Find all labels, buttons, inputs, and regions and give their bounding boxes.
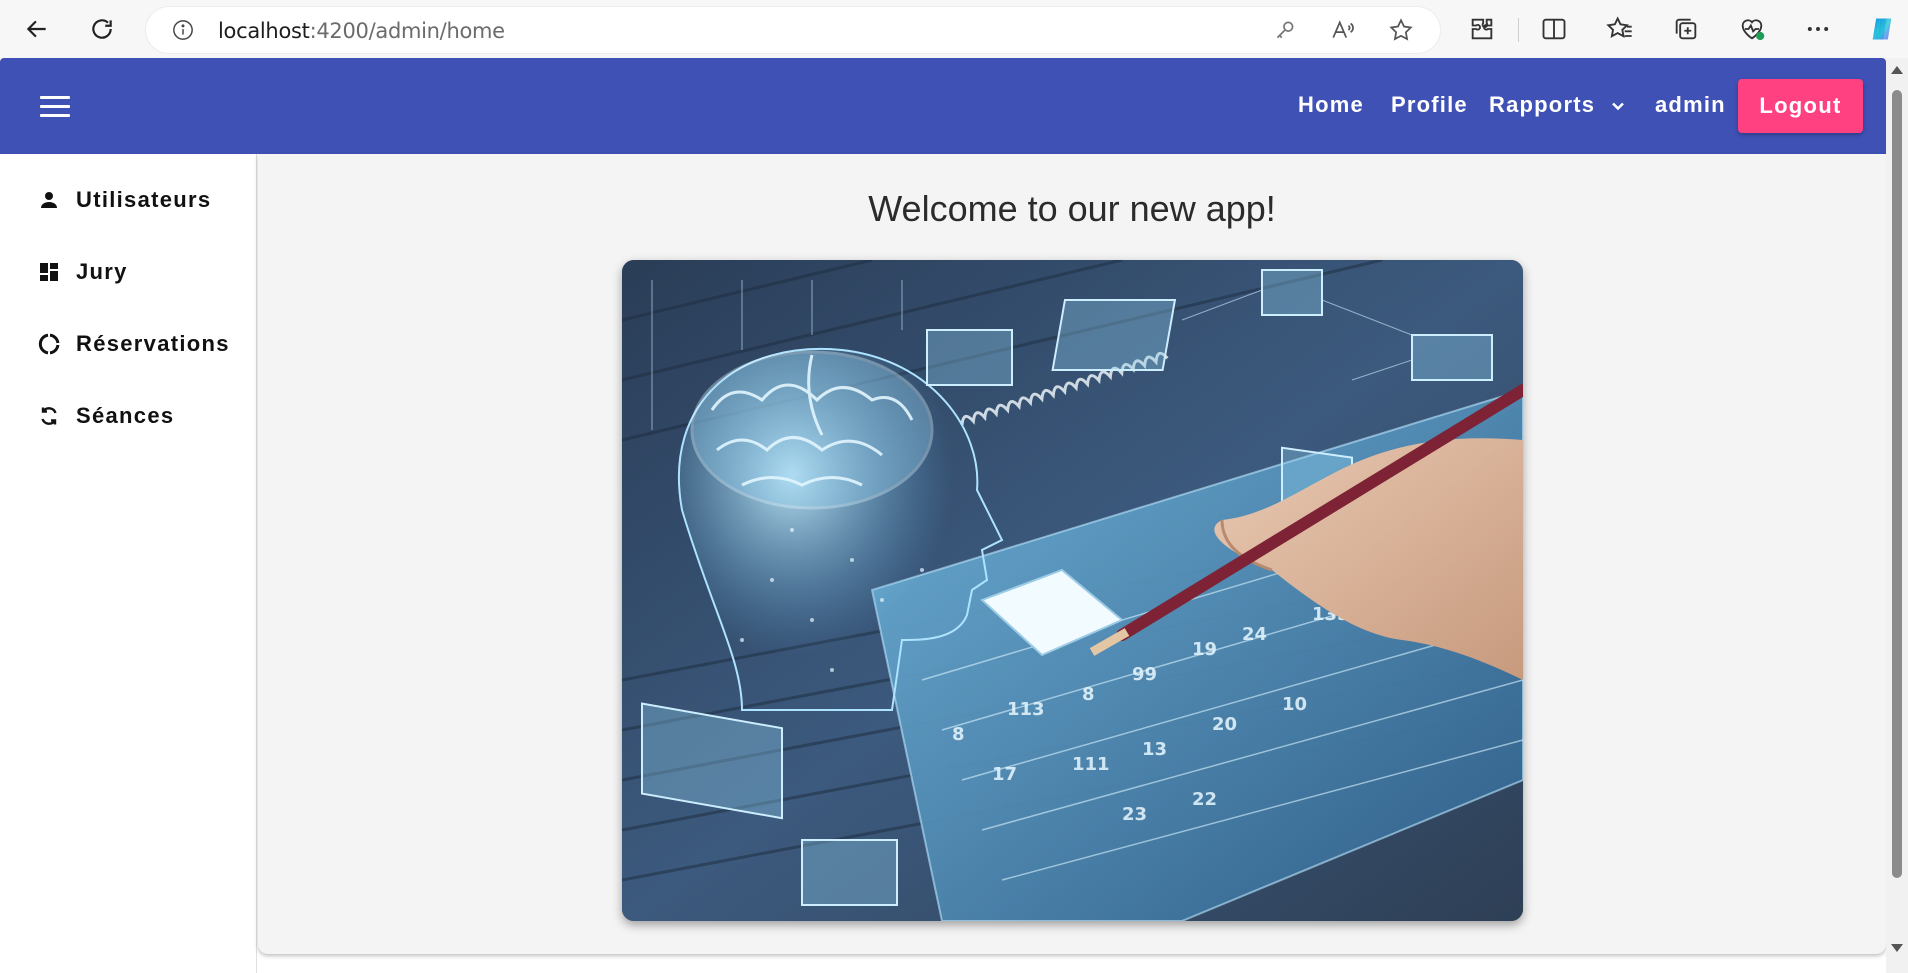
app-window: Home Profile Rapports admin Logout Utili… [0,58,1886,973]
svg-text:13: 13 [1142,739,1167,760]
svg-text:10: 10 [1282,694,1307,715]
svg-text:17: 17 [992,764,1017,785]
sidebar-item-jury[interactable]: Jury [36,252,128,292]
sidebar-item-seances[interactable]: Séances [36,396,174,436]
browser-toolbar: localhost:4200/admin/home [0,0,1908,58]
svg-text:8: 8 [952,724,965,745]
sync-icon [36,403,62,429]
scrollbar-thumb[interactable] [1892,90,1902,878]
favorites-icon[interactable] [1605,14,1635,44]
favorite-star-icon[interactable] [1388,17,1416,45]
sidebar-item-label: Utilisateurs [76,187,212,212]
toolbar-divider [1518,18,1519,42]
donut-icon [36,331,62,357]
person-icon [36,187,62,213]
page-scrollbar[interactable] [1886,58,1908,973]
chevron-down-icon[interactable] [1608,96,1628,116]
key-icon[interactable] [1272,17,1300,45]
sidebar-item-reservations[interactable]: Réservations [36,324,230,364]
sidebar: Utilisateurs Jury Réservations Séances [0,154,257,973]
main-content: Welcome to our new app! 8 113 8 99 19 24… [258,154,1886,954]
nav-home-link[interactable]: Home [1298,92,1364,118]
svg-text:22: 22 [1192,789,1217,810]
refresh-icon[interactable] [82,10,122,48]
copilot-icon[interactable] [1867,14,1897,44]
svg-text:113: 113 [1007,699,1045,720]
svg-text:99: 99 [1132,664,1157,685]
sidebar-item-label: Réservations [76,331,230,356]
svg-text:8: 8 [1082,684,1095,705]
info-icon[interactable] [172,19,194,41]
hamburger-menu-icon[interactable] [40,88,80,124]
sidebar-item-label: Jury [76,259,128,284]
svg-text:19: 19 [1192,639,1217,660]
url-text[interactable]: localhost:4200/admin/home [218,19,505,43]
top-navbar: Home Profile Rapports admin Logout [0,58,1886,154]
collections-icon[interactable] [1671,14,1701,44]
nav-user-admin[interactable]: admin [1655,92,1726,118]
scroll-up-arrow-icon[interactable] [1891,66,1903,74]
svg-text:111: 111 [1072,754,1110,775]
svg-text:20: 20 [1212,714,1237,735]
address-bar[interactable]: localhost:4200/admin/home [146,7,1440,53]
sidebar-item-utilisateurs[interactable]: Utilisateurs [36,180,211,220]
split-screen-icon[interactable] [1539,14,1569,44]
more-icon[interactable] [1803,14,1833,44]
extensions-icon[interactable] [1467,14,1497,44]
sidebar-item-label: Séances [76,403,175,428]
svg-text:24: 24 [1242,624,1267,645]
hero-image: 81138 991924 1351012 1711113 201023 22 [622,260,1523,921]
page-title: Welcome to our new app! [868,188,1276,229]
dashboard-icon [36,259,62,285]
scroll-down-arrow-icon[interactable] [1891,944,1903,952]
svg-text:23: 23 [1122,804,1147,825]
logout-button[interactable]: Logout [1738,79,1863,133]
nav-profile-link[interactable]: Profile [1391,92,1468,118]
back-icon[interactable] [17,10,57,48]
read-aloud-icon[interactable] [1330,17,1358,45]
browser-essentials-icon[interactable] [1737,14,1767,44]
nav-rapports-dropdown[interactable]: Rapports [1489,92,1595,118]
